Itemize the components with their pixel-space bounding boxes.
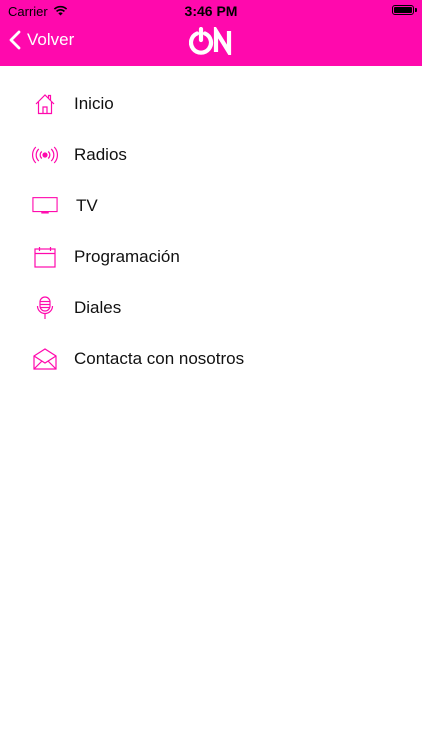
menu-label-radios: Radios [74,144,127,164]
tv-icon [32,196,58,216]
calendar-icon [32,246,58,268]
menu-item-diales[interactable]: Diales [0,282,422,333]
chevron-left-icon [9,30,21,50]
menu-item-programacion[interactable]: Programación [0,231,422,282]
back-button[interactable]: Volver [9,30,74,50]
broadcast-icon [32,146,58,164]
menu-item-inicio[interactable]: Inicio [0,78,422,129]
microphone-icon [32,295,58,320]
home-icon [32,93,58,115]
battery-icon [392,5,417,15]
envelope-icon [32,347,58,370]
menu-item-tv[interactable]: TV [0,180,422,231]
menu-label-inicio: Inicio [74,93,114,113]
menu-item-radios[interactable]: Radios [0,129,422,180]
menu-label-programacion: Programación [74,246,180,266]
status-bar: Carrier 3:46 PM [0,0,422,22]
on-logo [188,23,235,60]
side-menu: Inicio Radios TV Programación Diales Con… [0,78,422,384]
menu-label-tv: TV [76,195,98,215]
menu-label-diales: Diales [74,297,122,317]
menu-label-contacta: Contacta con nosotros [74,348,245,368]
back-label: Volver [27,30,75,49]
navigation-bar: Volver [0,22,422,66]
menu-item-contacta[interactable]: Contacta con nosotros [0,333,422,384]
status-time: 3:46 PM [184,3,238,19]
